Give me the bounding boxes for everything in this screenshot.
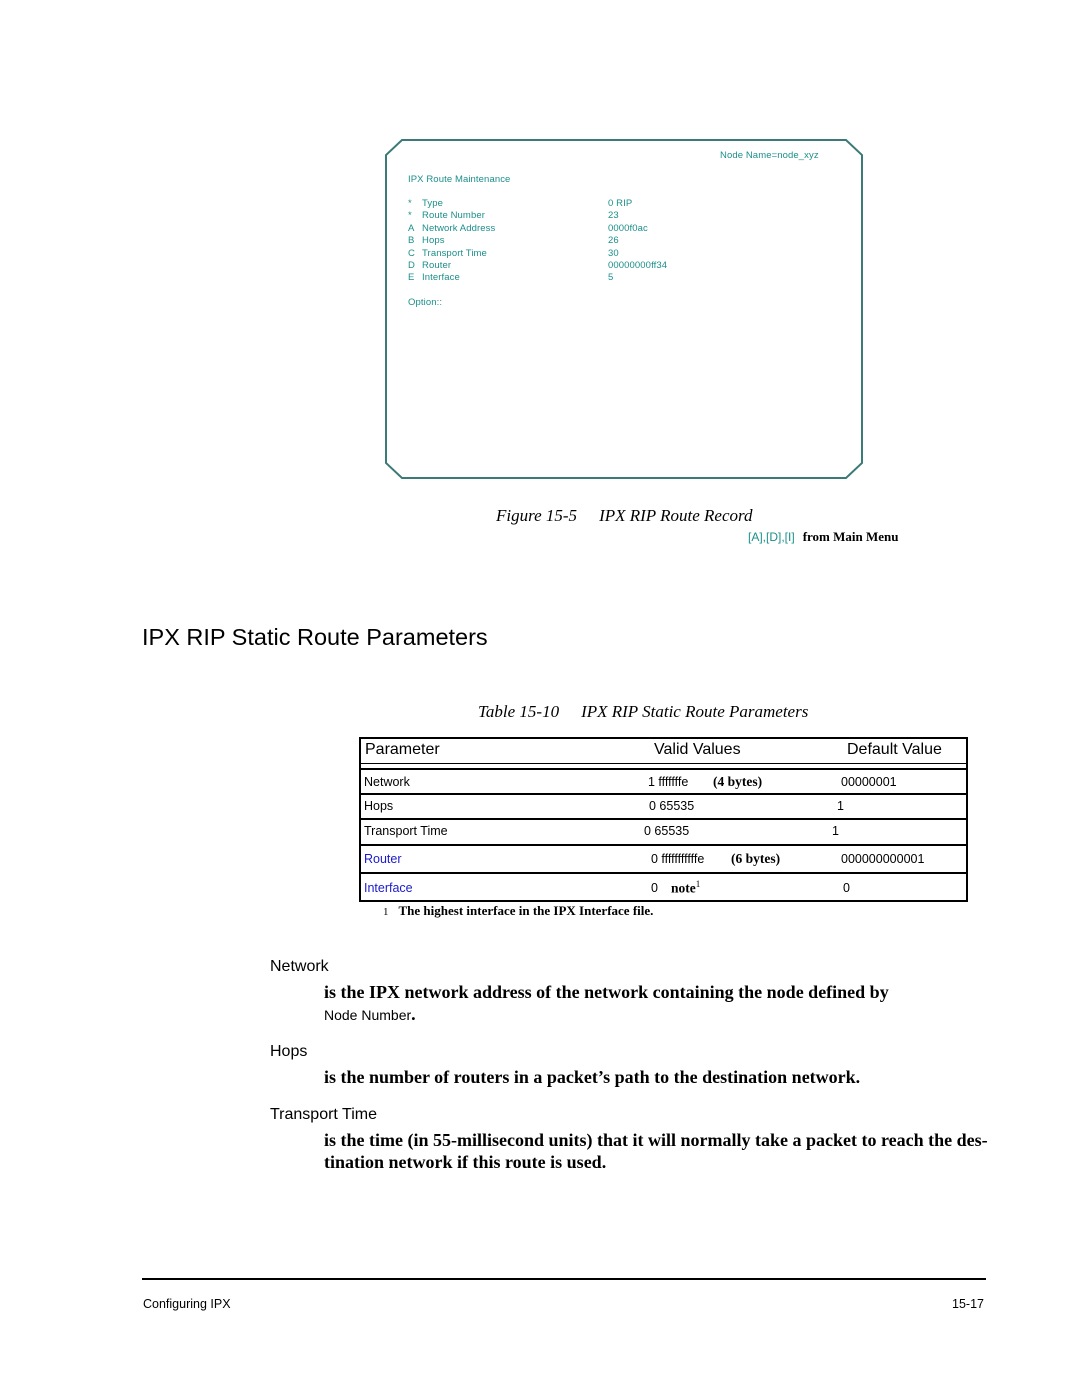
field-value: 5 <box>608 272 614 284</box>
param-default: 1 <box>837 799 844 813</box>
field-value: 0000f0ac <box>608 222 648 234</box>
param-valid: 0 fffffffffffe <box>651 852 705 866</box>
param-default: 000000000001 <box>841 852 925 866</box>
screen-field-interface: E Interface 5 <box>408 272 667 284</box>
table-number: Table 15-10 <box>478 702 560 721</box>
definition-term-network: Network <box>270 958 329 975</box>
table-title: IPX RIP Static Route Parameters <box>581 702 809 721</box>
field-label: Interface <box>422 272 460 284</box>
field-value: 23 <box>608 210 619 222</box>
param-name-link[interactable]: Interface <box>364 881 413 895</box>
field-label: Type <box>422 198 443 209</box>
definition-term-transport-time: Transport Time <box>270 1106 377 1123</box>
field-value: 26 <box>608 235 619 247</box>
menu-keys: [A],[D],[I] <box>748 530 795 544</box>
param-default: 0 <box>843 881 850 895</box>
screen-field-list: * Type 0 RIP * Route Number 23 A Network… <box>408 198 667 285</box>
field-label: Hops <box>422 235 445 247</box>
footer-divider <box>142 1278 986 1280</box>
param-valid: 0 <box>651 881 658 895</box>
note-label: note <box>671 880 696 896</box>
definition-term-hops: Hops <box>270 1043 308 1060</box>
definition-transport-time: is the time (in 55-millisecond units) th… <box>324 1129 988 1173</box>
param-valid-note: (4 bytes) <box>713 774 763 789</box>
field-label: Route Number <box>422 210 485 222</box>
field-key: D <box>408 259 415 271</box>
table-footnote: 1 The highest interface in the IPX Interf… <box>383 903 653 919</box>
parameters-table: Parameter Valid Values Default Value Net… <box>359 737 968 902</box>
field-label: Network Address <box>422 222 496 234</box>
table-header-row: Parameter Valid Values Default Value <box>361 739 966 764</box>
header-valid-values: Valid Values <box>654 741 741 758</box>
definition-network: is the IPX network address of the networ… <box>324 981 889 1026</box>
field-key: B <box>408 235 415 247</box>
definition-hops: is the number of routers in a packet’s p… <box>324 1067 861 1087</box>
footer-chapter: Configuring IPX <box>143 1297 231 1311</box>
table-row: Transport Time 0 65535 1 <box>361 820 966 846</box>
screen-field-transport-time: C Transport Time 30 <box>408 248 667 260</box>
table-row: Hops 0 65535 1 <box>361 795 966 820</box>
screen-field-hops: B Hops 26 <box>408 235 667 247</box>
figure-title: IPX RIP Route Record <box>599 506 753 525</box>
param-valid: 0 65535 <box>649 799 695 813</box>
definition-line-2: tination network if this route is used. <box>324 1152 607 1172</box>
node-name-label: Node Name=node_xyz <box>720 150 819 161</box>
table-row: Router 0 fffffffffffe (6 bytes) 00000000… <box>361 846 966 874</box>
footer-page-number: 15-17 <box>952 1297 984 1311</box>
param-valid-note: (6 bytes) <box>731 851 781 866</box>
section-title: IPX RIP Static Route Parameters <box>142 624 488 650</box>
param-name: Network <box>364 775 410 789</box>
param-valid: 1 fffffffe <box>648 775 689 789</box>
definition-ref: Node Number <box>324 1007 412 1023</box>
field-value: 30 <box>608 247 619 259</box>
param-valid-note: note1 <box>671 879 700 897</box>
field-key: * <box>408 210 412 222</box>
field-label: Transport Time <box>422 247 487 259</box>
param-default: 00000001 <box>841 775 897 789</box>
figure-number: Figure 15-5 <box>496 506 578 525</box>
definition-tail: . <box>411 1004 416 1024</box>
field-label: Router <box>422 259 452 271</box>
field-key: C <box>408 247 415 259</box>
footnote-text: The highest interface in the IPX Interfa… <box>398 903 654 918</box>
param-name: Hops <box>364 799 394 813</box>
definition-text: is the IPX network address of the networ… <box>324 982 889 1002</box>
table-row: Network 1 fffffffe (4 bytes) 00000001 <box>361 770 966 795</box>
field-value: 00000000ff34 <box>608 259 668 271</box>
footnote-ref[interactable]: 1 <box>696 879 701 889</box>
option-prompt: Option:: <box>408 297 443 308</box>
screen-field-network-address: A Network Address 0000f0ac <box>408 223 667 235</box>
footnote-number: 1 <box>383 906 389 918</box>
terminal-screen-figure: Node Name=node_xyz IPX Route Maintenance… <box>384 139 864 479</box>
table-row: Interface 0 note1 0 <box>361 874 966 900</box>
param-name: Transport Time <box>364 824 448 838</box>
header-default-value: Default Value <box>847 741 942 758</box>
table-caption: Table 15-10 IPX RIP Static Route Paramete… <box>478 702 808 722</box>
header-parameter: Parameter <box>365 741 440 758</box>
menu-from: from Main Menu <box>802 529 899 544</box>
param-valid: 0 65535 <box>644 824 690 838</box>
menu-path: [A],[D],[I] from Main Menu <box>748 529 899 545</box>
screen-field-router: D Router 00000000ff34 <box>408 260 667 272</box>
screen-field-type: * Type 0 RIP <box>408 198 667 210</box>
field-value: 0 RIP <box>608 198 633 209</box>
field-key: A <box>408 222 415 234</box>
field-key: * <box>408 198 412 209</box>
param-name-link[interactable]: Router <box>364 852 402 866</box>
figure-caption: Figure 15-5 IPX RIP Route Record <box>496 506 752 526</box>
screen-field-route-number: * Route Number 23 <box>408 210 667 222</box>
screen-frame <box>385 139 863 479</box>
screen-title: IPX Route Maintenance <box>408 174 511 185</box>
field-key: E <box>408 272 415 284</box>
param-default: 1 <box>832 824 839 838</box>
definition-line-1: is the time (in 55-millisecond units) th… <box>324 1130 988 1150</box>
